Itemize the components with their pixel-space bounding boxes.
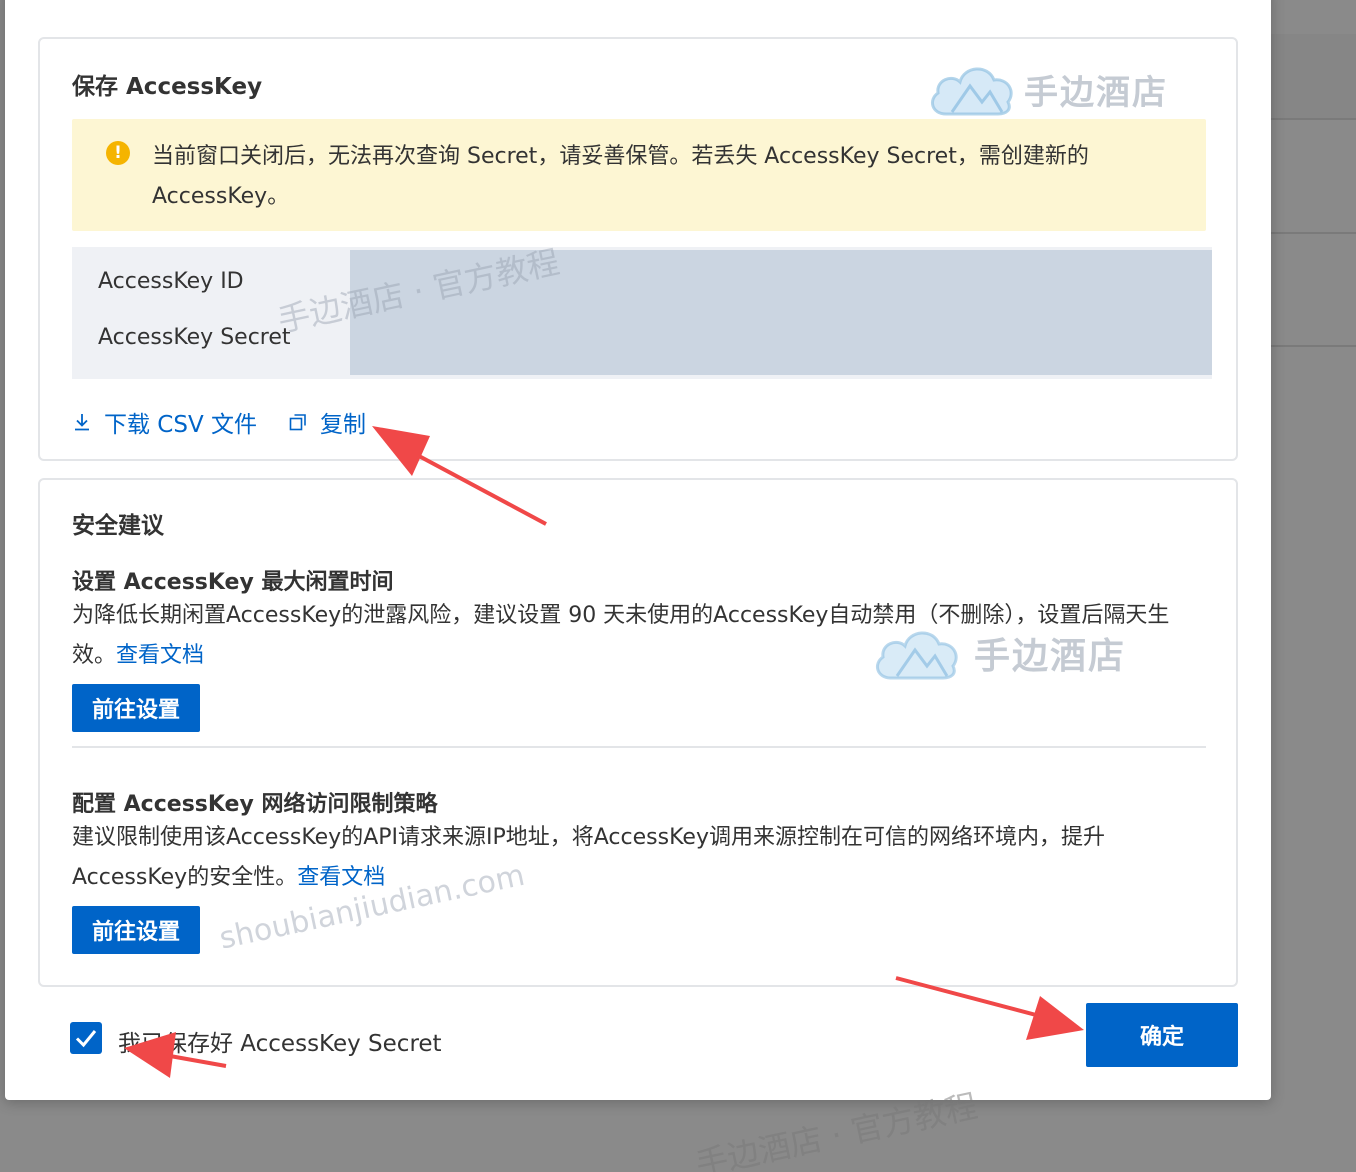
- credentials-redacted-mask: [350, 250, 1212, 375]
- download-csv-link[interactable]: 下载 CSV 文件: [72, 405, 257, 439]
- saved-secret-label: 我已保存好 AccessKey Secret: [118, 1031, 442, 1057]
- network-policy-description-text: 建议限制使用该AccessKey的API请求来源IP地址，将AccessKey调…: [72, 825, 1105, 890]
- background-divider: [1271, 118, 1356, 120]
- security-card-title: 安全建议: [72, 513, 164, 539]
- copy-link[interactable]: 复制: [288, 405, 366, 439]
- warning-alert: ! 当前窗口关闭后，无法再次查询 Secret，请妥善保管。若丢失 Access…: [72, 119, 1206, 231]
- save-accesskey-card: 保存 AccessKey ! 当前窗口关闭后，无法再次查询 Secret，请妥善…: [38, 37, 1238, 461]
- save-card-title: 保存 AccessKey: [72, 74, 263, 100]
- checkmark-icon: [75, 1030, 97, 1048]
- idle-time-doc-link[interactable]: 查看文档: [116, 643, 204, 668]
- copy-label: 复制: [320, 412, 366, 438]
- accesskey-credentials-table: AccessKey ID AccessKey Secret: [72, 247, 1212, 379]
- section-divider: [72, 746, 1206, 748]
- idle-time-heading: 设置 AccessKey 最大闲置时间: [72, 570, 394, 595]
- security-recommendations-card: 安全建议 设置 AccessKey 最大闲置时间 为降低长期闲置AccessKe…: [38, 478, 1238, 987]
- background-divider: [1271, 232, 1356, 234]
- background-panel: [1271, 34, 1356, 118]
- idle-time-settings-button[interactable]: 前往设置: [72, 684, 201, 732]
- accesskey-id-label: AccessKey ID: [98, 269, 244, 294]
- confirm-button[interactable]: 确定: [1086, 1003, 1238, 1067]
- network-policy-settings-button[interactable]: 前往设置: [72, 906, 201, 954]
- accesskey-secret-label: AccessKey Secret: [98, 325, 291, 350]
- download-icon: [75, 414, 89, 431]
- network-policy-heading: 配置 AccessKey 网络访问限制策略: [72, 792, 438, 817]
- network-policy-doc-link[interactable]: 查看文档: [297, 865, 385, 890]
- download-csv-label: 下载 CSV 文件: [104, 412, 258, 438]
- background-divider: [1271, 345, 1356, 347]
- idle-time-description-text: 为降低长期闲置AccessKey的泄露风险，建议设置 90 天未使用的Acces…: [72, 603, 1170, 668]
- idle-time-description: 为降低长期闲置AccessKey的泄露风险，建议设置 90 天未使用的Acces…: [72, 596, 1212, 676]
- copy-icon: [289, 414, 306, 431]
- warning-icon: !: [106, 141, 130, 165]
- saved-secret-checkbox[interactable]: [70, 1022, 102, 1054]
- warning-text: 当前窗口关闭后，无法再次查询 Secret，请妥善保管。若丢失 AccessKe…: [152, 144, 1089, 209]
- network-policy-description: 建议限制使用该AccessKey的API请求来源IP地址，将AccessKey调…: [72, 818, 1212, 898]
